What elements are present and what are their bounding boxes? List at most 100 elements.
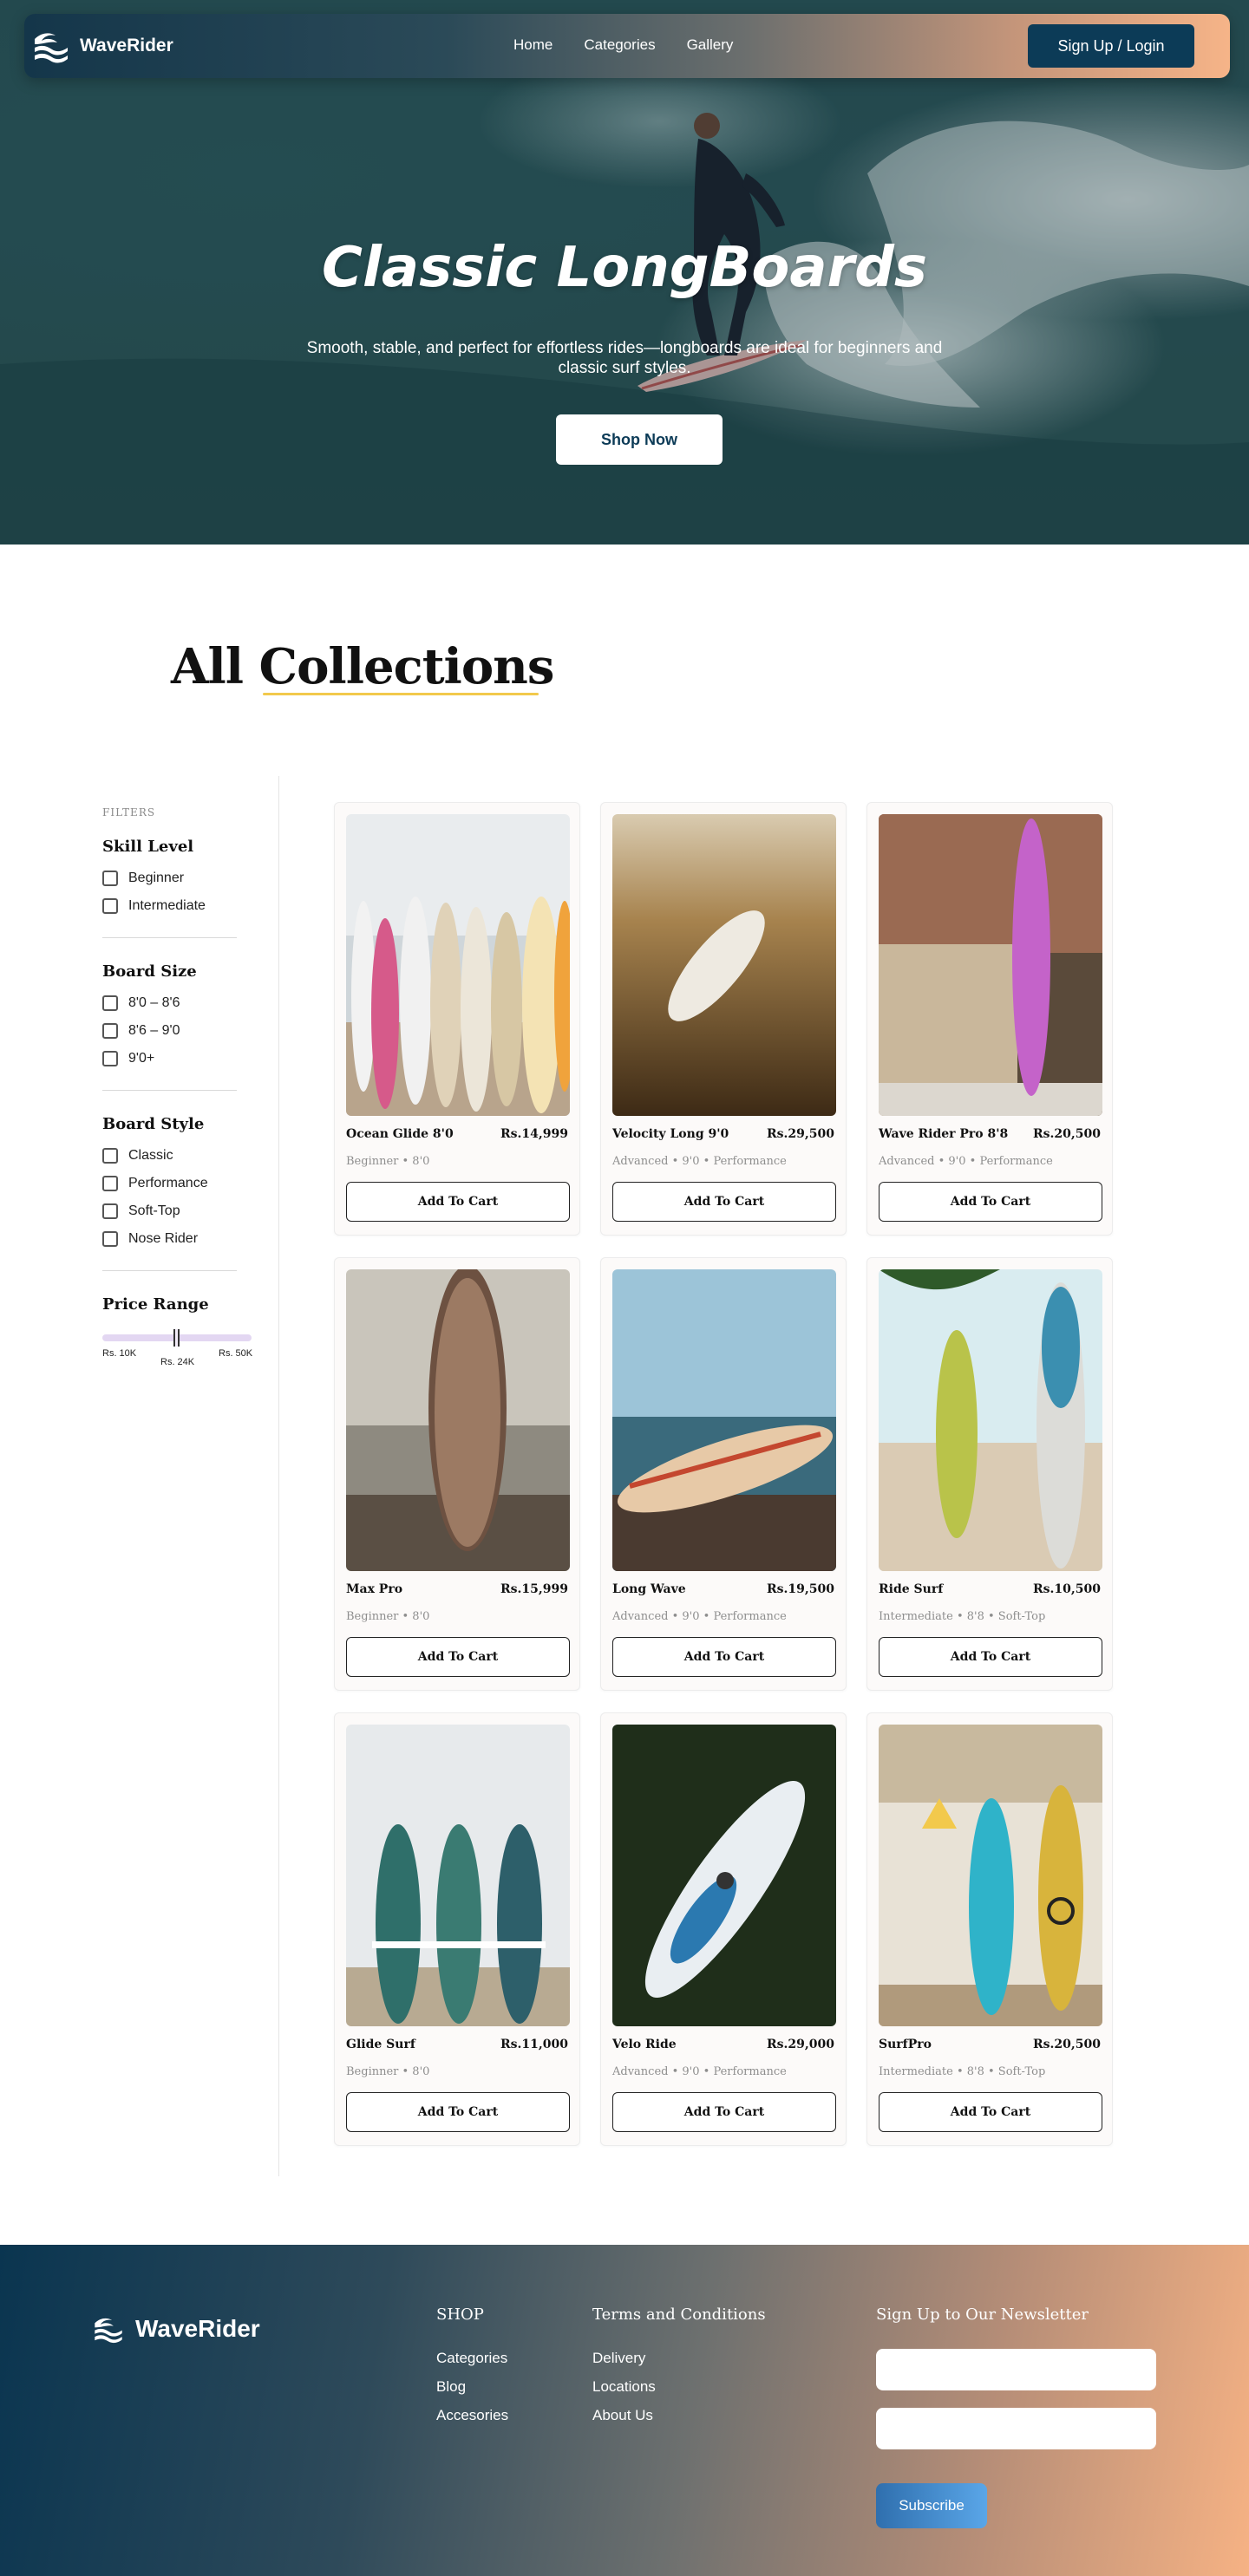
product-card[interactable]: Long Wave Rs.19,500 Advanced • 9'0 • Per… xyxy=(600,1257,847,1691)
signup-login-button[interactable]: Sign Up / Login xyxy=(1028,24,1194,68)
product-meta: Advanced • 9'0 • Performance xyxy=(612,2065,787,2078)
sidebar-divider xyxy=(278,776,279,2176)
filters-label: FILTERS xyxy=(102,806,156,818)
add-to-cart-button[interactable]: Add To Cart xyxy=(879,2092,1102,2132)
option-label: Classic xyxy=(128,1148,173,1163)
product-image xyxy=(879,814,1102,1116)
add-to-cart-button[interactable]: Add To Cart xyxy=(612,1637,836,1677)
product-image xyxy=(346,1725,570,2026)
product-meta: Advanced • 9'0 • Performance xyxy=(612,1610,787,1623)
checkbox[interactable] xyxy=(102,1148,118,1164)
option-label: 8'6 – 9'0 xyxy=(128,1023,180,1038)
footer-link-locations[interactable]: Locations xyxy=(592,2378,766,2407)
footer: WaveRider SHOP Categories Blog Accesorie… xyxy=(0,2245,1249,2576)
title-underline xyxy=(263,693,539,695)
product-image xyxy=(346,814,570,1116)
footer-shop-column: SHOP Categories Blog Accesories xyxy=(436,2305,508,2436)
filter-option-size-2[interactable]: 8'6 – 9'0 xyxy=(102,1017,276,1045)
product-card[interactable]: Ocean Glide 8'0 Rs.14,999 Beginner • 8'0… xyxy=(334,802,580,1236)
product-meta: Intermediate • 8'8 • Soft-Top xyxy=(879,2065,1046,2078)
product-card[interactable]: Velo Ride Rs.29,000 Advanced • 9'0 • Per… xyxy=(600,1712,847,2146)
filter-option-nose-rider[interactable]: Nose Rider xyxy=(102,1225,276,1253)
product-image xyxy=(346,1269,570,1571)
hero-section: WaveRider Home Categories Gallery Sign U… xyxy=(0,0,1249,545)
product-image xyxy=(879,1725,1102,2026)
product-card[interactable]: Max Pro Rs.15,999 Beginner • 8'0 Add To … xyxy=(334,1257,580,1691)
add-to-cart-button[interactable]: Add To Cart xyxy=(346,1182,570,1222)
add-to-cart-button[interactable]: Add To Cart xyxy=(612,2092,836,2132)
filter-option-size-1[interactable]: 8'0 – 8'6 xyxy=(102,989,276,1017)
footer-link-delivery[interactable]: Delivery xyxy=(592,2350,766,2378)
footer-link-accessories[interactable]: Accesories xyxy=(436,2407,508,2436)
footer-shop-title: SHOP xyxy=(436,2305,484,2324)
checkbox[interactable] xyxy=(102,1176,118,1191)
newsletter-email-field[interactable] xyxy=(876,2408,1156,2449)
checkbox[interactable] xyxy=(102,995,118,1011)
footer-terms-column: Terms and Conditions Delivery Locations … xyxy=(592,2305,766,2436)
nav-link-gallery[interactable]: Gallery xyxy=(687,36,734,54)
nav-links: Home Categories Gallery xyxy=(513,36,733,54)
checkbox[interactable] xyxy=(102,1023,118,1039)
option-label: Intermediate xyxy=(128,898,206,913)
nav-link-home[interactable]: Home xyxy=(513,36,553,54)
price-range-slider[interactable]: Rs. 10K Rs. 50K Rs. 24K xyxy=(102,1326,258,1367)
slider-min-label: Rs. 10K xyxy=(102,1348,137,1359)
checkbox[interactable] xyxy=(102,871,118,886)
filter-option-size-3[interactable]: 9'0+ xyxy=(102,1045,276,1073)
slider-thumb[interactable] xyxy=(173,1329,180,1347)
filter-option-classic[interactable]: Classic xyxy=(102,1142,276,1170)
nav-link-categories[interactable]: Categories xyxy=(584,36,655,54)
product-image xyxy=(612,1269,836,1571)
product-image xyxy=(612,814,836,1116)
add-to-cart-button[interactable]: Add To Cart xyxy=(879,1637,1102,1677)
hero-title: Classic LongBoards xyxy=(322,236,927,300)
filter-option-soft-top[interactable]: Soft-Top xyxy=(102,1197,276,1225)
product-card[interactable]: Glide Surf Rs.11,000 Beginner • 8'0 Add … xyxy=(334,1712,580,2146)
product-card[interactable]: Ride Surf Rs.10,500 Intermediate • 8'8 •… xyxy=(866,1257,1113,1691)
skill-level-title: Skill Level xyxy=(102,838,194,856)
add-to-cart-button[interactable]: Add To Cart xyxy=(612,1182,836,1222)
option-label: Performance xyxy=(128,1176,208,1190)
product-price: Rs.20,500 xyxy=(1033,1127,1101,1141)
product-name: Long Wave xyxy=(612,1582,686,1596)
footer-brand-logo[interactable]: WaveRider xyxy=(92,2314,260,2344)
product-card[interactable]: Velocity Long 9'0 Rs.29,500 Advanced • 9… xyxy=(600,802,847,1236)
checkbox[interactable] xyxy=(102,1051,118,1066)
checkbox[interactable] xyxy=(102,898,118,914)
product-card[interactable]: SurfPro Rs.20,500 Intermediate • 8'8 • S… xyxy=(866,1712,1113,2146)
footer-link-categories[interactable]: Categories xyxy=(436,2350,508,2378)
product-name: Max Pro xyxy=(346,1582,403,1596)
product-price: Rs.10,500 xyxy=(1033,1582,1101,1596)
subscribe-button[interactable]: Subscribe xyxy=(876,2483,987,2528)
product-price: Rs.14,999 xyxy=(500,1127,568,1141)
brand-logo[interactable]: WaveRider xyxy=(31,29,173,63)
shop-now-button[interactable]: Shop Now xyxy=(556,414,723,465)
footer-link-blog[interactable]: Blog xyxy=(436,2378,508,2407)
filters-sidebar: FILTERS Skill Level Beginner Intermediat… xyxy=(102,806,276,1367)
newsletter-title: Sign Up to Our Newsletter xyxy=(876,2305,1089,2324)
filter-divider xyxy=(102,1090,237,1091)
add-to-cart-button[interactable]: Add To Cart xyxy=(346,2092,570,2132)
product-meta: Intermediate • 8'8 • Soft-Top xyxy=(879,1610,1046,1623)
add-to-cart-button[interactable]: Add To Cart xyxy=(346,1637,570,1677)
filter-option-beginner[interactable]: Beginner xyxy=(102,864,276,892)
product-name: Wave Rider Pro 8'8 xyxy=(879,1127,1009,1141)
board-size-title: Board Size xyxy=(102,962,197,981)
product-card[interactable]: Wave Rider Pro 8'8 Rs.20,500 Advanced • … xyxy=(866,802,1113,1236)
footer-link-about-us[interactable]: About Us xyxy=(592,2407,766,2436)
product-price: Rs.11,000 xyxy=(500,2038,568,2051)
filter-option-intermediate[interactable]: Intermediate xyxy=(102,892,276,920)
footer-brand-name: WaveRider xyxy=(135,2315,260,2342)
newsletter-name-field[interactable] xyxy=(876,2349,1156,2390)
product-meta: Beginner • 8'0 xyxy=(346,1610,430,1623)
product-meta: Beginner • 8'0 xyxy=(346,2065,430,2078)
slider-max-label: Rs. 50K xyxy=(219,1348,253,1359)
checkbox[interactable] xyxy=(102,1203,118,1219)
option-label: Beginner xyxy=(128,871,185,885)
filter-option-performance[interactable]: Performance xyxy=(102,1170,276,1197)
checkbox[interactable] xyxy=(102,1231,118,1247)
product-price: Rs.29,500 xyxy=(767,1127,834,1141)
add-to-cart-button[interactable]: Add To Cart xyxy=(879,1182,1102,1222)
product-price: Rs.20,500 xyxy=(1033,2038,1101,2051)
top-navbar: WaveRider Home Categories Gallery Sign U… xyxy=(24,14,1230,78)
